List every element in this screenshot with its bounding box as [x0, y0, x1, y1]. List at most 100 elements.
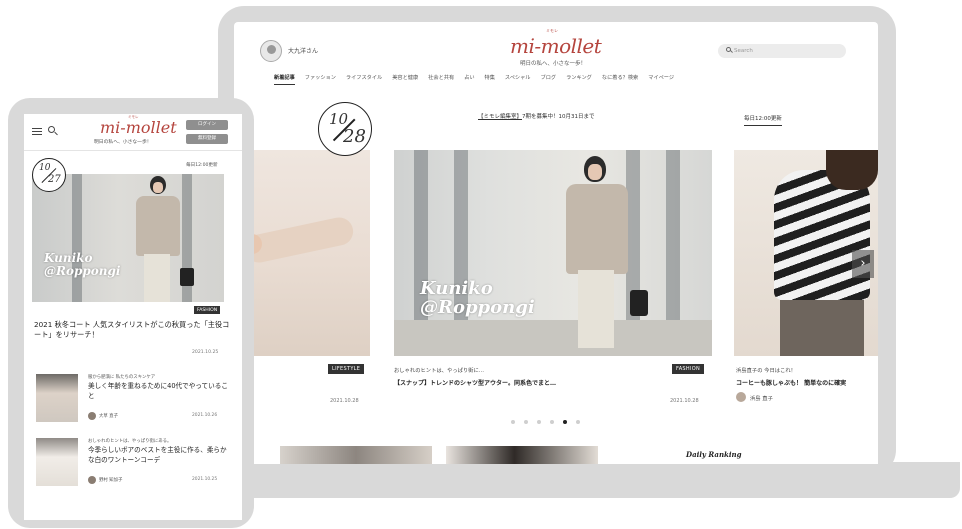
main-nav: 新着記事 ファッション ライフスタイル 美容と健康 社会と共有 占い 特集 スペ…: [274, 74, 674, 85]
slide-prev-date: 2021.10.28: [330, 398, 359, 404]
hamburger-menu-icon[interactable]: [32, 128, 42, 135]
search-icon[interactable]: [48, 126, 55, 133]
device-mockup-stage: 大九洋さん ミモレ mi-mollet 明日の私へ、小さな一歩！ Search …: [0, 0, 962, 529]
desktop-screen: 大九洋さん ミモレ mi-mollet 明日の私へ、小さな一歩！ Search …: [234, 22, 878, 464]
carousel-dot[interactable]: [524, 420, 528, 424]
article-date: 2021.10.26: [192, 413, 218, 418]
mobile-hero-image[interactable]: Kuniko @Roppongi: [32, 174, 224, 302]
nav-item-special[interactable]: スペシャル: [505, 74, 531, 85]
photo-figure-legs: [144, 254, 170, 302]
slide-prev-tag[interactable]: LIFESTYLE: [328, 364, 365, 374]
photo-figure-face: [153, 182, 163, 193]
mobile-article-item[interactable]: おしゃれのヒントは、やっぱり街にある。 今季らしいボアのベストを主役に作る、柔ら…: [32, 438, 232, 494]
photo-figure-bag: [630, 290, 648, 316]
mobile-tagline: 明日の私へ、小さな一歩！: [94, 140, 152, 145]
nav-item-fortune[interactable]: 占い: [464, 74, 474, 85]
photo-figure-coat: [566, 184, 628, 274]
slide-next-kicker: 浜島直子の 今日はこれ！: [736, 368, 796, 374]
register-button[interactable]: 無料登録: [186, 134, 228, 144]
overlay-line-2: @Roppongi: [420, 296, 535, 318]
mobile-article-item[interactable]: 服から肥満に 私たちのスキンケア 美しく年齢を重ねるために40代でやっていること…: [32, 374, 232, 430]
search-placeholder: Search: [734, 48, 753, 54]
article-author[interactable]: 大草 直子: [99, 413, 118, 419]
mobile-update-note: 毎日12:00更新: [186, 163, 218, 168]
date-badge: 10 28: [318, 102, 372, 156]
mobile-hero-overlay-title: Kuniko @Roppongi: [44, 252, 120, 277]
mobile-hero-date: 2021.10.25: [192, 350, 219, 355]
photo-figure-face: [588, 164, 602, 180]
slide-main-headline[interactable]: 【スナップ】トレンドのシャツ型アウター。同系色でまと…: [394, 378, 556, 387]
slide-next-headline[interactable]: コーヒーも豚しゃぶも！ 簡単なのに確実: [736, 378, 846, 387]
slide-main-tag[interactable]: FASHION: [672, 364, 705, 374]
overlay-line-1: Kuniko: [44, 251, 93, 265]
article-title[interactable]: 美しく年齢を重ねるために40代でやっていること: [88, 382, 232, 401]
article-thumbnail[interactable]: [36, 374, 78, 422]
carousel-dot[interactable]: [550, 420, 554, 424]
photo-floor: [394, 320, 712, 356]
carousel-dot[interactable]: [511, 420, 515, 424]
article-title[interactable]: 今季らしいボアのベストを主役に作る、柔らかな白のワントーンコーデ: [88, 446, 232, 465]
author-avatar: [736, 392, 746, 402]
search-input[interactable]: Search: [718, 44, 846, 58]
login-button[interactable]: ログイン: [186, 120, 228, 130]
article-kicker: おしゃれのヒントは、やっぱり街にある。: [88, 439, 172, 444]
article-thumbnail[interactable]: [446, 446, 598, 464]
author-avatar: [88, 412, 96, 420]
photo-figure-legs: [578, 270, 614, 348]
site-logo[interactable]: mi-mollet: [510, 34, 602, 58]
article-date: 2021.10.25: [192, 477, 218, 482]
slide-main-kicker: おしゃれのヒントは、やっぱり街に…: [394, 368, 485, 374]
laptop-base: [236, 462, 960, 498]
photo-column: [72, 174, 82, 302]
date-badge-day: 28: [343, 126, 366, 147]
search-icon: [726, 47, 731, 52]
article-thumbnail[interactable]: [36, 438, 78, 486]
article-kicker: 服から肥満に 私たちのスキンケア: [88, 375, 156, 380]
carousel-slide-prev[interactable]: [234, 150, 370, 356]
slide-next-photo-skirt: [780, 300, 864, 356]
nav-item-beauty[interactable]: 美容と健康: [392, 74, 418, 85]
site-tagline: 明日の私へ、小さな一歩！: [520, 61, 587, 67]
photo-figure-bag: [180, 268, 194, 286]
carousel-dot-active[interactable]: [563, 420, 567, 424]
carousel-next-arrow-icon[interactable]: ›: [852, 250, 874, 278]
recruit-notice[interactable]: 【ミモレ編集室】7期を募集中！10月31日まで: [478, 112, 595, 120]
header-divider: [24, 150, 242, 151]
user-avatar[interactable]: [260, 40, 282, 62]
mobile-hero-tag[interactable]: FASHION: [194, 306, 221, 314]
date-badge-day: 27: [48, 174, 61, 185]
carousel-slide-main[interactable]: Kuniko @Roppongi: [394, 150, 712, 356]
update-note: 毎日12:00更新: [744, 114, 782, 126]
slide-overlay-title: Kuniko @Roppongi: [420, 279, 535, 318]
article-author[interactable]: 野村 知加子: [99, 477, 122, 483]
nav-item-new[interactable]: 新着記事: [274, 74, 295, 85]
slide-main-date: 2021.10.28: [670, 398, 699, 404]
overlay-line-2: @Roppongi: [44, 263, 121, 278]
mobile-site-logo[interactable]: mi-mollet: [100, 118, 177, 137]
nav-item-fashion[interactable]: ファッション: [305, 74, 336, 85]
photo-figure-coat: [136, 196, 180, 256]
nav-item-feature[interactable]: 特集: [485, 74, 495, 85]
nav-item-society[interactable]: 社会と共有: [428, 74, 454, 85]
user-name[interactable]: 大九洋さん: [288, 46, 318, 55]
nav-item-mypage[interactable]: マイページ: [648, 74, 674, 85]
nav-item-ranking[interactable]: ランキング: [566, 74, 592, 85]
article-thumbnail[interactable]: [280, 446, 432, 464]
slide-next-author[interactable]: 浜島 直子: [750, 394, 773, 402]
nav-item-blog[interactable]: ブログ: [541, 74, 557, 85]
mobile-screen: ミモレ mi-mollet 明日の私へ、小さな一歩！ ログイン 無料登録 毎日1…: [24, 114, 242, 520]
notice-link[interactable]: 【ミモレ編集室】: [478, 114, 522, 120]
daily-ranking-title: Daily Ranking: [686, 450, 742, 459]
carousel-dot[interactable]: [537, 420, 541, 424]
carousel-dot[interactable]: [576, 420, 580, 424]
mobile-hero-title[interactable]: 2021 秋冬コート 人気スタイリストがこの秋買った「主役コート」をリサーチ！: [34, 320, 234, 341]
notice-text: 7期を募集中！10月31日まで: [522, 114, 595, 120]
desktop-header: 大九洋さん ミモレ mi-mollet 明日の私へ、小さな一歩！ Search …: [234, 22, 878, 92]
nav-item-lifestyle[interactable]: ライフスタイル: [346, 74, 382, 85]
date-badge-month: 10: [39, 163, 51, 173]
slide-next-photo-hair: [826, 150, 878, 190]
mobile-date-badge: 10 27: [32, 158, 66, 192]
author-avatar: [88, 476, 96, 484]
nav-item-outfit-search[interactable]: なに着る？検索: [602, 74, 638, 85]
carousel-pagination: [511, 420, 580, 424]
